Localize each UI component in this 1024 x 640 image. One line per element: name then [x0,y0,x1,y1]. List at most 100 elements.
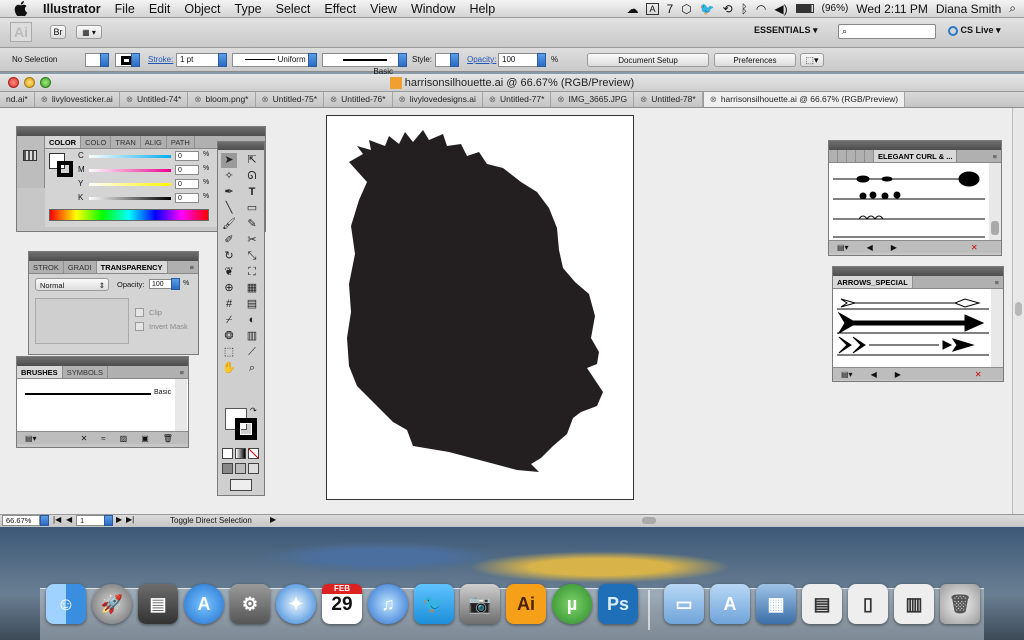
line-tool-icon[interactable]: ╲ [221,201,237,216]
invert-mask-checkbox[interactable] [135,322,144,331]
fill-stroke-swatch[interactable] [49,153,75,179]
selection-tool-icon[interactable]: ➤ [221,153,237,168]
doc-tab[interactable]: ⊗ bloom.png* [188,92,256,107]
arrow-brush-strokes[interactable] [833,289,993,367]
eyedropper-tool-icon[interactable]: ⌿ [221,313,237,328]
brush-dropdown[interactable] [398,53,407,67]
screen-mode-icon[interactable] [230,479,252,491]
menu-help[interactable]: Help [462,2,502,16]
doc-tab-active[interactable]: ⊗ harrisonsilhouette.ai @ 66.67% (RGB/Pre… [702,92,906,107]
zoom-field[interactable]: 66.67% [2,515,40,526]
remove-stroke-icon[interactable]: ✕ [81,434,88,443]
opacity-dropdown[interactable] [171,278,180,290]
blend-tool-icon[interactable]: ◐ [244,313,260,328]
close-tab-icon[interactable]: ⊗ [710,94,717,104]
delete-brush-icon[interactable]: 🗑 [163,434,173,443]
delete-icon[interactable]: ✕ [975,370,982,379]
channel-m-slider[interactable] [89,169,171,172]
clip-checkbox[interactable] [135,308,144,317]
variable-width-profile[interactable]: Uniform [232,53,316,67]
menu-object[interactable]: Object [177,2,227,16]
opacity-dropdown[interactable] [537,53,546,67]
tab-stroke[interactable]: STROK [29,261,64,273]
tab-arrows-special[interactable]: ARROWS_SPECIAL [833,276,913,288]
prev-page-button[interactable]: ◀ [66,515,72,524]
panel-menu-icon[interactable]: ≡ [989,150,1001,162]
brush-libraries-icon[interactable]: ▤▾ [25,434,37,443]
brush-item[interactable]: Basic [21,389,171,399]
panel-menu-icon[interactable]: ≡ [186,261,198,273]
itunes-icon[interactable]: ♫ [368,584,408,624]
arrange-documents-button[interactable]: ▦ ▾ [76,25,102,39]
status-tool-text[interactable]: Toggle Direct Selection [170,516,252,525]
color-spectrum[interactable] [49,209,209,221]
doc-tab[interactable]: ⊗ Untitled-76* [324,92,393,107]
menu-select[interactable]: Select [269,2,318,16]
arrows-list-scrollbar[interactable] [991,289,1003,367]
silhouette-artwork[interactable] [327,116,635,501]
channel-y-slider[interactable] [89,183,171,186]
stroke-color-swatch[interactable] [235,418,257,440]
draw-behind-icon[interactable] [235,463,246,474]
tab-pathfinder[interactable]: PATH [167,136,195,148]
menu-file[interactable]: File [108,2,142,16]
finder-icon[interactable]: ☺ [46,584,86,624]
draw-inside-icon[interactable] [248,463,259,474]
panel-header[interactable] [17,357,188,366]
app-store-icon[interactable]: A [184,584,224,624]
brush-list-scrollbar[interactable] [175,379,187,431]
blob-brush-tool-icon[interactable]: ✐ [221,233,237,248]
artboard-tool-icon[interactable]: ⬚ [221,345,237,360]
artboard[interactable] [326,115,634,500]
bluetooth-icon[interactable]: ᛒ [741,2,748,16]
doc-tab[interactable]: ⊗ Untitled-78* [634,92,703,107]
previous-library-icon[interactable]: ◀ [867,243,873,252]
menu-type[interactable]: Type [228,2,269,16]
lasso-tool-icon[interactable]: ᘏ [244,169,260,184]
channel-y-field[interactable]: 0 [175,179,199,189]
rectangle-tool-icon[interactable]: ▭ [244,201,260,216]
brush-options-icon[interactable]: ≈ [101,434,105,443]
next-page-button[interactable]: ▶ [116,515,122,524]
direct-selection-tool-icon[interactable]: ⇱ [244,153,260,168]
time-machine-icon[interactable]: ⟲ [723,2,733,16]
downloads-stack-icon[interactable]: ▦ [756,584,796,624]
channel-c-slider[interactable] [89,155,171,158]
iphoto-icon[interactable]: 📷 [460,584,500,624]
page-dropdown[interactable] [104,515,113,526]
workspace-switcher[interactable]: ESSENTIALS ▾ [754,25,818,36]
opacity-field[interactable]: 100 [149,279,173,289]
calendar-icon[interactable]: FEB 29 [322,584,362,624]
delete-icon[interactable]: ✕ [971,243,978,252]
apple-icon[interactable] [14,1,28,16]
minimize-window-button[interactable] [24,77,35,88]
last-page-button[interactable]: ▶| [126,515,134,524]
volume-icon[interactable]: ◀) [774,2,787,16]
channel-c-field[interactable]: 0 [175,151,199,161]
zoom-tool-icon[interactable]: ⌕ [244,361,260,376]
utorrent-icon[interactable]: µ [552,584,592,624]
none-mode-icon[interactable] [248,448,259,459]
doc-tab[interactable]: ⊗ Untitled-75* [256,92,325,107]
select-similar-button[interactable]: ⬚▾ [800,53,824,67]
pen-tool-icon[interactable]: ✒ [221,185,237,200]
panel-header[interactable] [829,141,1001,150]
free-transform-tool-icon[interactable]: ⛶ [244,265,260,280]
tab-transparency[interactable]: TRANSPARENCY [96,261,168,273]
pencil-tool-icon[interactable]: ✎ [244,217,260,232]
doc-tab[interactable]: nd.ai* [0,92,35,107]
next-library-icon[interactable]: ▶ [891,243,897,252]
trash-icon[interactable]: 🗑 [940,584,980,624]
stroke-weight-dropdown[interactable] [218,53,227,67]
photoshop-dock-icon[interactable]: Ps [598,584,638,624]
tab-symbols[interactable]: SYMBOLS [63,366,108,378]
vertical-scrollbar[interactable] [1012,108,1024,514]
stroke-color-dropdown[interactable] [131,53,140,67]
library-menu-icon[interactable]: ▤▾ [837,243,849,252]
close-tab-icon[interactable]: ⊗ [489,94,496,104]
tab-collapsed[interactable] [856,150,865,162]
shape-builder-tool-icon[interactable]: ⊕ [221,281,237,296]
perspective-grid-tool-icon[interactable]: ▦ [244,281,260,296]
panel-menu-icon[interactable]: ≡ [991,276,1003,288]
draw-normal-icon[interactable] [222,463,233,474]
